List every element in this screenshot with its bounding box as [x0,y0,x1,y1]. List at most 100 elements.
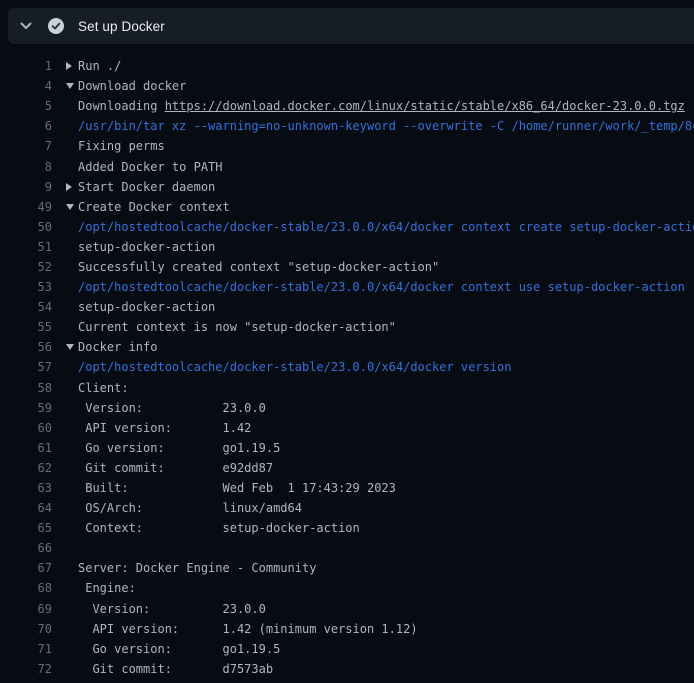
log-group-row[interactable]: 9 Start Docker daemon [0,177,694,197]
log-group-row[interactable]: 4 Download docker [0,76,694,96]
line-number[interactable]: 67 [0,561,52,575]
line-number[interactable]: 55 [0,320,52,334]
log-line: 50/opt/hostedtoolcache/docker-stable/23.… [0,217,694,237]
line-number[interactable]: 49 [0,200,52,214]
log-text: Go version: go1.19.5 [78,642,280,656]
log-text: Added Docker to PATH [78,160,223,174]
group-title: Docker info [78,340,157,354]
group-title: Download docker [78,79,186,93]
log-line: 54 setup-docker-action [0,297,694,317]
chevron-down-icon[interactable] [18,18,34,34]
log-text: API version: 1.42 (minimum version 1.12) [78,622,418,636]
line-number[interactable]: 7 [0,139,52,153]
line-number[interactable]: 50 [0,220,52,234]
line-number[interactable]: 59 [0,401,52,415]
command-text: /opt/hostedtoolcache/docker-stable/23.0.… [78,280,685,294]
caret-glyph [66,344,74,350]
log-line: 66 [0,538,694,558]
line-number[interactable]: 5 [0,99,52,113]
log-line: 5 Downloading https://download.docker.com… [0,96,694,116]
log-text: API version: 1.42 [78,421,251,435]
line-number[interactable]: 52 [0,260,52,274]
line-number[interactable]: 60 [0,421,52,435]
caret-right-icon [52,62,78,70]
line-number[interactable]: 62 [0,461,52,475]
line-number[interactable]: 63 [0,481,52,495]
log-line: 72 Git commit: d7573ab [0,659,694,679]
line-number[interactable]: 69 [0,602,52,616]
log-group-row[interactable]: 56 Docker info [0,337,694,357]
log-group-row[interactable]: 1 Run ./ [0,56,694,76]
line-number[interactable]: 54 [0,300,52,314]
line-number[interactable]: 1 [0,59,52,73]
log-text: Current context is now "setup-docker-act… [78,320,396,334]
log-text: Client: [78,381,129,395]
log-text: Server: Docker Engine - Community [78,561,316,575]
caret-down-icon [52,83,78,89]
check-circle-icon [48,18,64,34]
log-line: 53/opt/hostedtoolcache/docker-stable/23.… [0,277,694,297]
log-line: 71 Go version: go1.19.5 [0,639,694,659]
line-number[interactable]: 71 [0,642,52,656]
command-text: /usr/bin/tar xz --warning=no-unknown-key… [78,119,694,133]
log-line: 67 Server: Docker Engine - Community [0,558,694,578]
log-text: Built: Wed Feb 1 17:43:29 2023 [78,481,396,495]
log-text: Fixing perms [78,139,165,153]
caret-glyph [66,83,74,89]
log-line: 52 Successfully created context "setup-do… [0,257,694,277]
log-text: OS/Arch: linux/amd64 [78,501,302,515]
log-line: 7 Fixing perms [0,136,694,156]
line-number[interactable]: 66 [0,541,52,555]
log-line: 55 Current context is now "setup-docker-a… [0,317,694,337]
log-line: 8 Added Docker to PATH [0,156,694,176]
log-text-segment: Downloading [78,99,165,113]
log-text: Downloading https://download.docker.com/… [78,99,685,113]
log-line: 68 Engine: [0,578,694,598]
line-number[interactable]: 72 [0,662,52,676]
log-line: 51 setup-docker-action [0,237,694,257]
log-text: setup-docker-action [78,300,215,314]
log-line: 65 Context: setup-docker-action [0,518,694,538]
log-line: 6/usr/bin/tar xz --warning=no-unknown-ke… [0,116,694,136]
log-line: 70 API version: 1.42 (minimum version 1.… [0,619,694,639]
caret-down-icon [52,344,78,350]
group-title: Start Docker daemon [78,180,215,194]
log-text: Git commit: d7573ab [78,662,273,676]
log-line: 64 OS/Arch: linux/amd64 [0,498,694,518]
line-number[interactable]: 4 [0,79,52,93]
line-number[interactable]: 57 [0,360,52,374]
log-group-row[interactable]: 49Create Docker context [0,197,694,217]
log-text: setup-docker-action [78,240,215,254]
log-line: 59 Version: 23.0.0 [0,398,694,418]
line-number[interactable]: 8 [0,160,52,174]
log-text: Version: 23.0.0 [78,602,266,616]
log-text: Version: 23.0.0 [78,401,266,415]
log-line: 62 Git commit: e92dd87 [0,458,694,478]
line-number[interactable]: 51 [0,240,52,254]
line-number[interactable]: 53 [0,280,52,294]
caret-glyph [66,183,72,191]
line-number[interactable]: 9 [0,180,52,194]
line-number[interactable]: 61 [0,441,52,455]
line-number[interactable]: 56 [0,340,52,354]
line-number[interactable]: 65 [0,521,52,535]
log-line: 58 Client: [0,378,694,398]
log-line: 61 Go version: go1.19.5 [0,438,694,458]
caret-glyph [66,62,72,70]
line-number[interactable]: 70 [0,622,52,636]
step-title: Set up Docker [78,19,165,34]
caret-glyph [66,204,74,210]
line-number[interactable]: 6 [0,119,52,133]
line-number[interactable]: 58 [0,381,52,395]
log-line: 57/opt/hostedtoolcache/docker-stable/23.… [0,357,694,377]
log-text: Go version: go1.19.5 [78,441,280,455]
log-line: 63 Built: Wed Feb 1 17:43:29 2023 [0,478,694,498]
log-text: Successfully created context "setup-dock… [78,260,439,274]
chevron-down-glyph [20,22,32,30]
line-number[interactable]: 68 [0,581,52,595]
step-header[interactable]: Set up Docker [8,8,694,44]
log-text: Context: setup-docker-action [78,521,360,535]
group-title: Run ./ [78,59,121,73]
line-number[interactable]: 64 [0,501,52,515]
log-link[interactable]: https://download.docker.com/linux/static… [165,99,685,113]
